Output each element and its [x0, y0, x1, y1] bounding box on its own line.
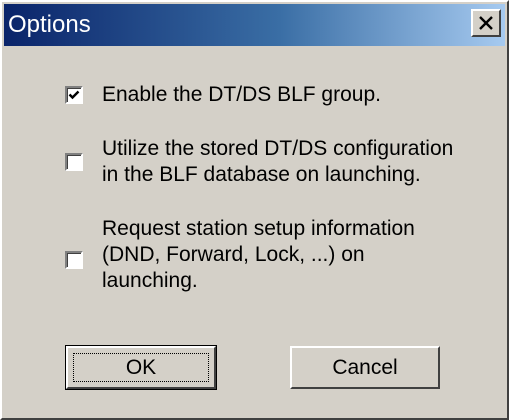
- checkbox-request-station-setup[interactable]: [65, 251, 83, 269]
- close-button[interactable]: [471, 9, 501, 37]
- option-label-line: Enable the DT/DS BLF group.: [102, 83, 381, 106]
- option-label-line: in the BLF database on launching.: [102, 163, 421, 186]
- option-label-request-station-setup: Request station setup information (DND, …: [102, 216, 415, 294]
- checkbox-enable-blf-group[interactable]: [65, 86, 83, 104]
- checkbox-utilize-stored-config[interactable]: [65, 153, 83, 171]
- option-label-line: launching.: [102, 269, 198, 292]
- option-label-enable-blf-group: Enable the DT/DS BLF group.: [102, 82, 381, 108]
- option-label-line: (DND, Forward, Lock, ...) on: [102, 243, 365, 266]
- ok-button[interactable]: OK: [65, 345, 217, 390]
- checkmark-icon: [68, 90, 80, 100]
- close-icon: [479, 16, 493, 30]
- option-label-line: Request station setup information: [102, 217, 415, 240]
- option-label-line: Utilize the stored DT/DS configuration: [102, 137, 454, 160]
- options-dialog: Options Enable the DT/DS BLF group. Util…: [0, 0, 509, 420]
- title-bar[interactable]: Options: [4, 4, 505, 46]
- cancel-button[interactable]: Cancel: [290, 346, 440, 389]
- option-label-utilize-stored-config: Utilize the stored DT/DS configuration i…: [102, 136, 453, 188]
- focus-rectangle: [73, 353, 209, 382]
- cancel-button-label: Cancel: [332, 356, 398, 379]
- window-title: Options: [8, 11, 91, 38]
